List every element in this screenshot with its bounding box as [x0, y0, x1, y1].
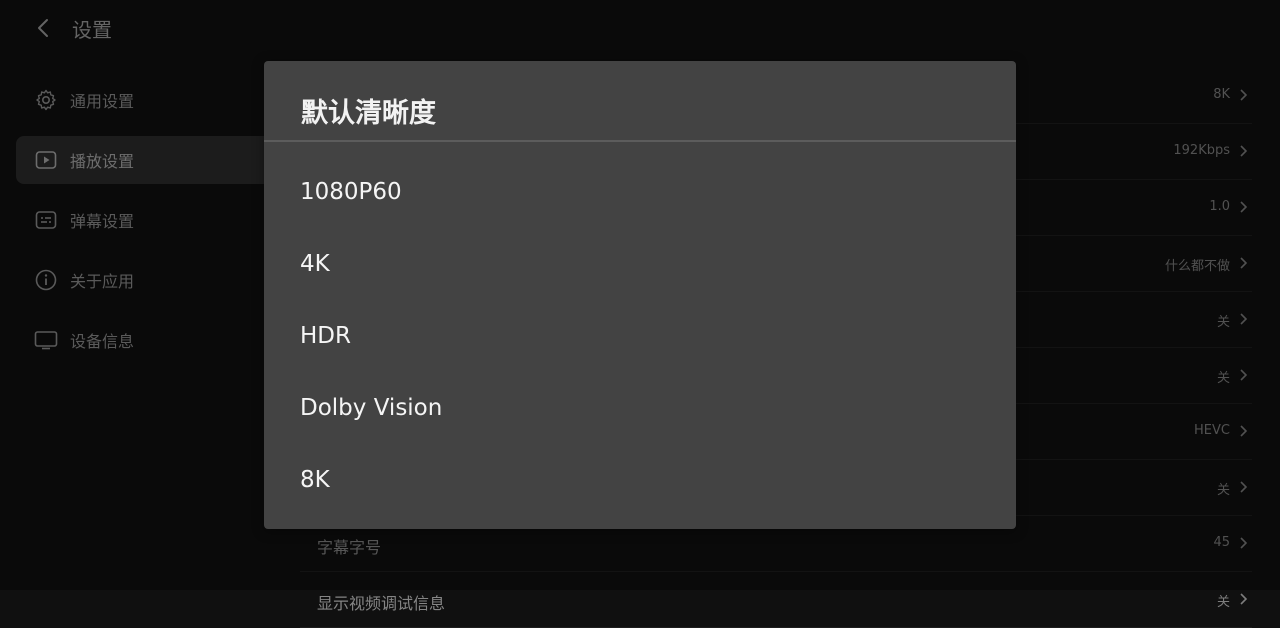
- dialog-divider: [264, 140, 1016, 142]
- quality-option-4k[interactable]: 4K: [264, 232, 1016, 296]
- row-value: 关: [1216, 595, 1230, 610]
- quality-option-8k[interactable]: 8K: [264, 448, 1016, 512]
- quality-option-hdr[interactable]: HDR: [264, 304, 1016, 368]
- chevron-right-icon: [1240, 593, 1248, 605]
- quality-option-dolby-vision[interactable]: Dolby Vision: [264, 376, 1016, 440]
- default-quality-dialog: 默认清晰度 1080P60 4K HDR Dolby Vision 8K: [264, 61, 1016, 529]
- row-label: 显示视频调试信息: [317, 594, 446, 613]
- quality-option-1080p60[interactable]: 1080P60: [264, 160, 1016, 224]
- dialog-title: 默认清晰度: [301, 98, 436, 129]
